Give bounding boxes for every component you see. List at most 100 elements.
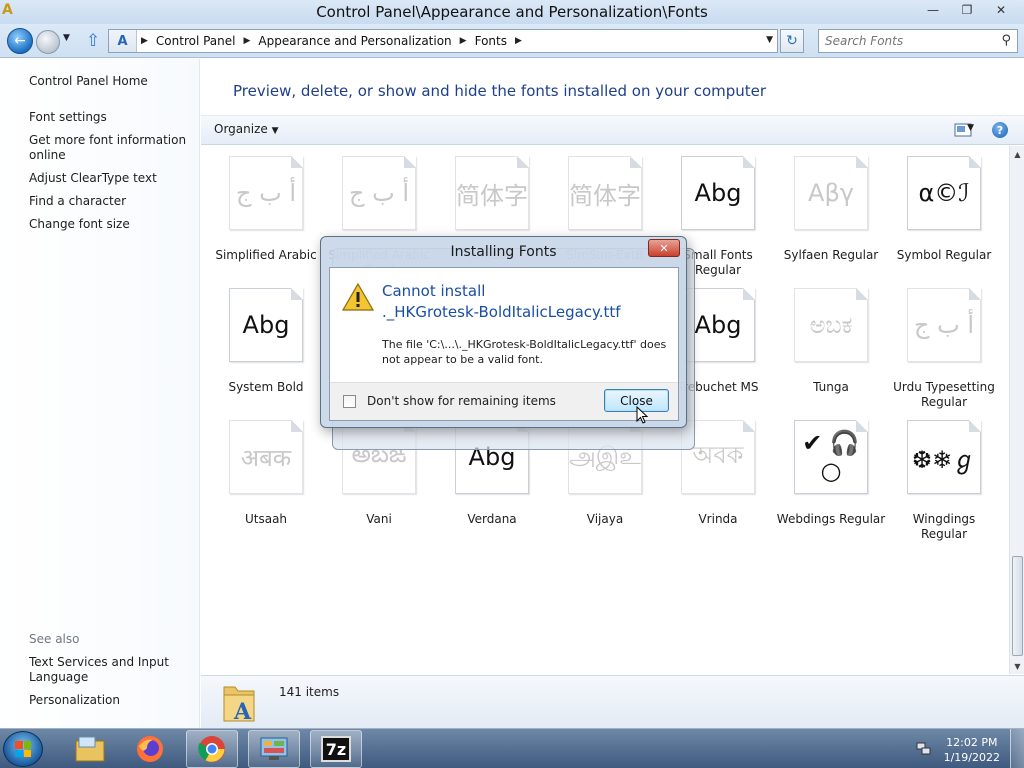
minimize-button[interactable]: — bbox=[916, 0, 950, 20]
breadcrumb-arrow-icon[interactable]: ▶ bbox=[511, 36, 526, 46]
page-fold bbox=[969, 156, 981, 168]
font-preview-icon: अबक bbox=[226, 420, 303, 501]
control-panel-taskbar-button[interactable] bbox=[248, 730, 300, 768]
font-sample: ಅಬಕ bbox=[809, 311, 853, 339]
dont-show-label[interactable]: Don't show for remaining items bbox=[367, 394, 556, 408]
breadcrumb-arrow-icon[interactable]: ▶ bbox=[137, 36, 152, 46]
forward-button[interactable] bbox=[36, 30, 60, 54]
breadcrumb-arrow-icon[interactable]: ▶ bbox=[240, 36, 255, 46]
firefox-icon bbox=[137, 736, 163, 762]
page-fold bbox=[969, 420, 981, 432]
organize-menu[interactable]: Organize ▼ bbox=[214, 122, 279, 136]
dialog-body: Cannot install ._HKGrotesk-BoldItalicLeg… bbox=[329, 267, 679, 421]
chrome-taskbar-button[interactable] bbox=[186, 730, 238, 768]
windows-logo-icon bbox=[15, 741, 31, 757]
font-sample: 简体字 bbox=[456, 181, 528, 210]
network-icon[interactable] bbox=[916, 740, 932, 756]
font-sample: Abg bbox=[242, 311, 290, 339]
page-fold bbox=[856, 288, 868, 300]
dialog-message: The file 'C:\...\._HKGrotesk-BoldItalicL… bbox=[382, 338, 667, 366]
font-name: Verdana bbox=[467, 512, 517, 526]
dont-show-checkbox[interactable] bbox=[343, 395, 356, 408]
scroll-thumb[interactable] bbox=[1012, 556, 1023, 656]
see-also-heading: See also bbox=[29, 632, 80, 646]
start-button[interactable] bbox=[3, 731, 43, 767]
font-preview-icon: ✔ 🎧 ○ bbox=[791, 420, 868, 501]
find-character-link[interactable]: Find a character bbox=[29, 194, 126, 209]
dialog-close-icon[interactable]: ✕ bbox=[648, 239, 680, 257]
breadcrumb-arrow-icon[interactable]: ▶ bbox=[456, 36, 471, 46]
font-tile[interactable]: ❆❄ℊ Wingdings Regular bbox=[889, 412, 999, 542]
page-fold bbox=[743, 420, 755, 432]
font-tile[interactable]: Abg System Bold bbox=[211, 280, 321, 410]
scroll-up-icon[interactable]: ▲ bbox=[1010, 146, 1024, 162]
page-fold bbox=[291, 420, 303, 432]
search-box[interactable]: ⚲ bbox=[818, 29, 1018, 53]
back-arrow-icon: ← bbox=[14, 33, 26, 49]
back-button[interactable]: ← bbox=[7, 28, 33, 54]
font-tile[interactable]: अबक Utsaah bbox=[211, 412, 321, 542]
font-name: Utsaah bbox=[244, 512, 288, 526]
dialog-heading-line1: Cannot install bbox=[382, 282, 486, 300]
font-sample: أ ب ج bbox=[235, 179, 296, 207]
taskbar: 7z 12:02 PM 1/19/2022 bbox=[0, 728, 1024, 768]
font-tile[interactable]: Αβγ Sylfaen Regular bbox=[776, 148, 886, 278]
breadcrumb-fonts[interactable]: Fonts bbox=[471, 34, 511, 48]
font-tile[interactable]: α©ℐ Symbol Regular bbox=[889, 148, 999, 278]
item-count: 141 items bbox=[279, 685, 340, 699]
command-bar: Organize ▼ ▼ ? bbox=[201, 115, 1024, 145]
details-pane: A 141 items bbox=[201, 675, 1024, 728]
clock[interactable]: 12:02 PM 1/19/2022 bbox=[944, 735, 1000, 765]
svg-text:A: A bbox=[233, 699, 252, 725]
search-icon[interactable]: ⚲ bbox=[1001, 33, 1011, 48]
window-controls: — ❐ ✕ bbox=[916, 0, 1018, 20]
address-dropdown-icon[interactable]: ▼ bbox=[766, 35, 773, 45]
explorer-taskbar-button[interactable] bbox=[64, 730, 116, 768]
7zip-taskbar-button[interactable]: 7z bbox=[310, 730, 362, 768]
font-sample: अबक bbox=[240, 443, 292, 472]
change-font-size-link[interactable]: Change font size bbox=[29, 217, 130, 232]
up-level-button[interactable]: ⇧ bbox=[86, 31, 100, 51]
font-preview-icon: Abg bbox=[678, 156, 755, 237]
view-options-chevron-icon[interactable]: ▼ bbox=[967, 123, 974, 133]
scroll-down-icon[interactable]: ▼ bbox=[1010, 658, 1024, 674]
font-settings-link[interactable]: Font settings bbox=[29, 110, 107, 125]
close-window-button[interactable]: ✕ bbox=[984, 0, 1018, 20]
font-tile[interactable]: أ ب ج Urdu Typesetting Regular bbox=[889, 280, 999, 410]
dialog-heading-line2: ._HKGrotesk-BoldItalicLegacy.ttf bbox=[382, 303, 621, 321]
font-name: Vrinda bbox=[698, 512, 738, 526]
window-title: Control Panel\Appearance and Personaliza… bbox=[316, 3, 708, 21]
explorer-folder-icon bbox=[75, 736, 105, 762]
personalization-link[interactable]: Personalization bbox=[29, 693, 120, 708]
navigation-bar: ← ▼ ⇧ A ▶ Control Panel ▶ Appearance and… bbox=[0, 24, 1024, 58]
font-tile[interactable]: أ ب ج Simplified Arabic bbox=[211, 148, 321, 278]
breadcrumb-appearance[interactable]: Appearance and Personalization bbox=[254, 34, 455, 48]
adjust-cleartype-link[interactable]: Adjust ClearType text bbox=[29, 171, 157, 186]
font-tile[interactable]: ✔ 🎧 ○ Webdings Regular bbox=[776, 412, 886, 542]
font-preview-icon: Αβγ bbox=[791, 156, 868, 237]
help-icon[interactable]: ? bbox=[992, 122, 1008, 138]
chevron-down-icon: ▼ bbox=[271, 126, 279, 136]
refresh-button[interactable]: ↻ bbox=[780, 29, 804, 53]
font-preview-icon: أ ب ج bbox=[904, 288, 981, 369]
font-sample: Abg bbox=[694, 311, 742, 339]
restore-button[interactable]: ❐ bbox=[950, 0, 984, 20]
vertical-scrollbar[interactable]: ▲ ▼ bbox=[1009, 146, 1024, 674]
recent-pages-button[interactable]: ▼ bbox=[63, 33, 70, 43]
more-font-info-link[interactable]: Get more font information online bbox=[29, 133, 189, 163]
address-bar[interactable]: A ▶ Control Panel ▶ Appearance and Perso… bbox=[108, 29, 778, 53]
page-fold bbox=[856, 420, 868, 432]
page-fold bbox=[517, 156, 529, 168]
search-input[interactable] bbox=[819, 30, 989, 52]
font-name: Vani bbox=[366, 512, 392, 526]
show-desktop-button[interactable] bbox=[1010, 729, 1024, 768]
text-services-link[interactable]: Text Services and Input Language bbox=[29, 655, 179, 685]
font-preview-icon: ❆❄ℊ bbox=[904, 420, 981, 501]
breadcrumb-control-panel[interactable]: Control Panel bbox=[152, 34, 240, 48]
font-preview-icon: أ ب ج bbox=[226, 156, 303, 237]
page-fold bbox=[969, 288, 981, 300]
font-tile[interactable]: ಅಬಕ Tunga bbox=[776, 280, 886, 410]
font-preview-icon: 简体字 bbox=[565, 156, 642, 237]
firefox-taskbar-button[interactable] bbox=[124, 730, 176, 768]
control-panel-home-link[interactable]: Control Panel Home bbox=[29, 74, 148, 89]
